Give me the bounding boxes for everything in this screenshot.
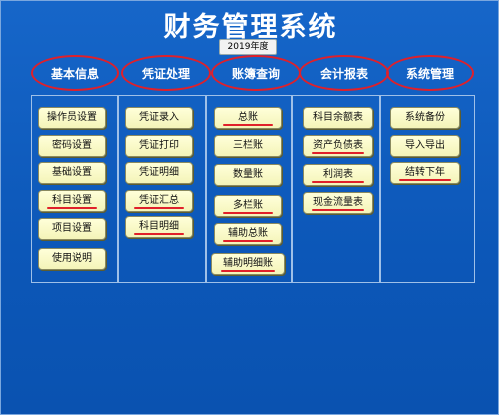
button-label: 现金流量表 <box>313 197 363 208</box>
button-label: 辅助明细账 <box>223 258 273 269</box>
category-label: 会计报表 <box>319 66 368 81</box>
password-settings-button[interactable]: 密码设置 <box>38 135 106 157</box>
red-underline-annotation <box>133 233 185 235</box>
operator-settings-button[interactable]: 操作员设置 <box>38 107 106 129</box>
project-settings-button[interactable]: 项目设置 <box>38 218 106 240</box>
voucher-detail-button[interactable]: 凭证明细 <box>125 162 193 184</box>
import-export-button[interactable]: 导入导出 <box>390 135 460 157</box>
auxiliary-general-ledger-button[interactable]: 辅助总账 <box>214 223 282 245</box>
balance-sheet-button[interactable]: 资产负债表 <box>303 135 373 157</box>
button-label: 辅助总账 <box>228 228 268 239</box>
voucher-print-button[interactable]: 凭证打印 <box>125 135 193 157</box>
category-reports[interactable]: 会计报表 <box>299 55 389 91</box>
system-backup-button[interactable]: 系统备份 <box>390 107 460 129</box>
red-underline-annotation <box>222 240 274 242</box>
red-underline-annotation <box>312 181 364 183</box>
category-label: 基本信息 <box>50 66 99 81</box>
button-label: 总账 <box>238 112 258 123</box>
multi-column-ledger-button[interactable]: 多栏账 <box>214 195 282 217</box>
app-window: 财务管理系统 2019年度 基本信息 凭证处理 账簿查询 会计报表 系统管理 操… <box>0 0 499 415</box>
category-basic-info[interactable]: 基本信息 <box>31 55 119 91</box>
red-underline-annotation <box>399 179 451 181</box>
button-label: 多栏账 <box>233 200 263 211</box>
basic-settings-button[interactable]: 基础设置 <box>38 162 106 184</box>
red-underline-annotation <box>133 207 185 209</box>
category-label: 系统管理 <box>405 66 454 81</box>
cash-flow-statement-button[interactable]: 现金流量表 <box>303 192 373 214</box>
category-voucher[interactable]: 凭证处理 <box>121 55 211 91</box>
button-label: 资产负债表 <box>313 140 363 151</box>
account-balance-report-button[interactable]: 科目余额表 <box>303 107 373 129</box>
button-label: 利润表 <box>323 169 353 180</box>
account-detail-button[interactable]: 科目明细 <box>125 216 193 238</box>
voucher-summary-button[interactable]: 凭证汇总 <box>125 190 193 212</box>
general-ledger-button[interactable]: 总账 <box>214 107 282 129</box>
red-underline-annotation <box>312 152 364 154</box>
red-underline-annotation <box>312 209 364 211</box>
account-settings-button[interactable]: 科目设置 <box>38 190 106 212</box>
red-underline-annotation <box>222 124 274 126</box>
fiscal-year-badge: 2019年度 <box>219 39 277 55</box>
button-label: 科目明细 <box>139 221 179 232</box>
year-end-carryover-button[interactable]: 结转下年 <box>390 162 460 184</box>
user-guide-button[interactable]: 使用说明 <box>38 248 106 270</box>
button-label: 结转下年 <box>405 167 445 178</box>
voucher-entry-button[interactable]: 凭证录入 <box>125 107 193 129</box>
auxiliary-detail-ledger-button[interactable]: 辅助明细账 <box>211 253 285 275</box>
button-label: 凭证汇总 <box>139 195 179 206</box>
income-statement-button[interactable]: 利润表 <box>303 164 373 186</box>
category-label: 凭证处理 <box>141 66 190 81</box>
category-system[interactable]: 系统管理 <box>386 55 474 91</box>
red-underline-annotation <box>46 207 98 209</box>
three-column-ledger-button[interactable]: 三栏账 <box>214 135 282 157</box>
quantity-ledger-button[interactable]: 数量账 <box>214 164 282 186</box>
category-ledger[interactable]: 账簿查询 <box>211 55 301 91</box>
button-label: 科目设置 <box>52 195 92 206</box>
category-label: 账簿查询 <box>231 66 280 81</box>
red-underline-annotation <box>220 270 276 272</box>
red-underline-annotation <box>222 212 274 214</box>
